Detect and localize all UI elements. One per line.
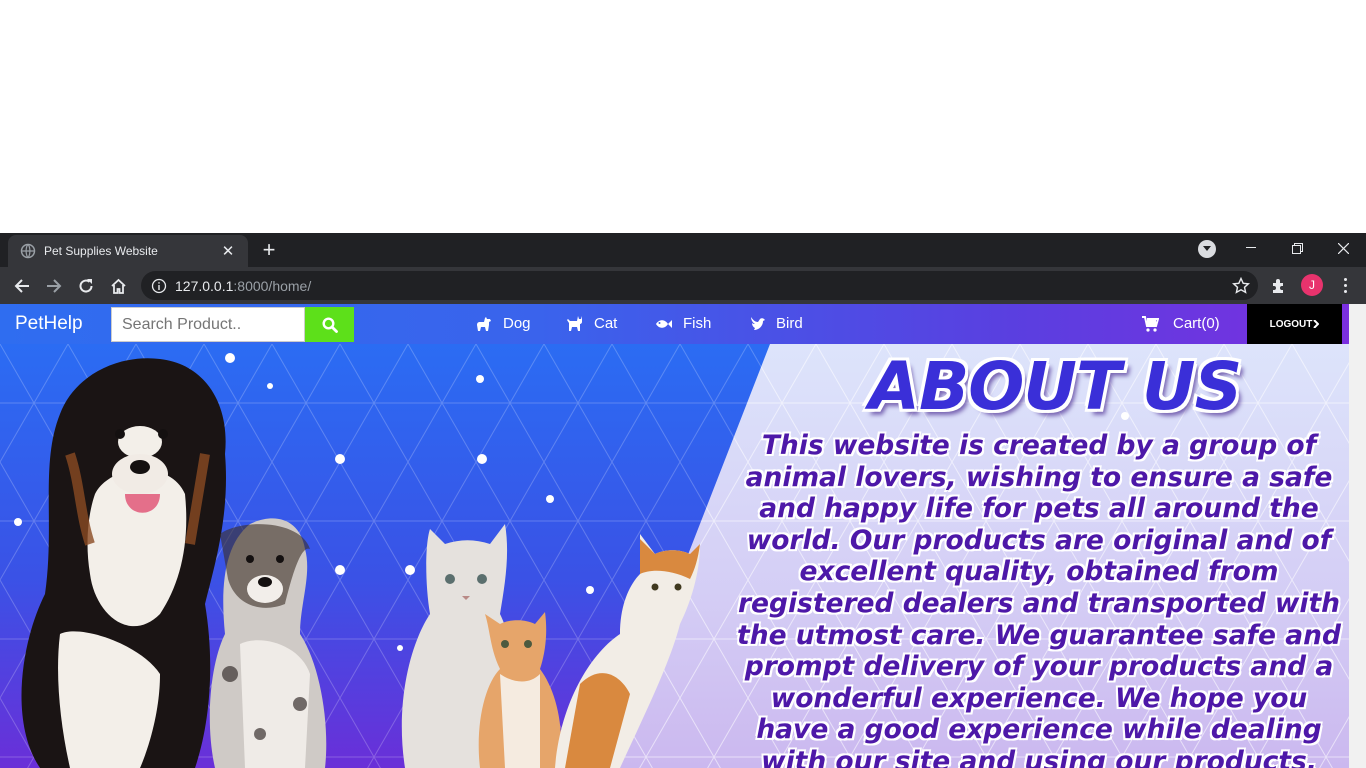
nav-item-bird[interactable]: Bird <box>750 315 803 332</box>
browser-toolbar: 127.0.0.1:8000/home/ <box>0 267 1366 304</box>
address-bar[interactable]: 127.0.0.1:8000/home/ <box>141 271 1258 300</box>
cart-label: Cart(0) <box>1173 315 1220 332</box>
bookmark-star-icon[interactable] <box>1232 277 1250 295</box>
close-tab-icon[interactable]: ✕ <box>220 243 236 260</box>
chevron-right-icon <box>1313 320 1320 328</box>
nav-label-cat: Cat <box>594 315 618 332</box>
extensions-icon[interactable] <box>1270 277 1288 295</box>
close-window-icon[interactable] <box>1320 233 1366 263</box>
nav-item-dog[interactable]: Dog <box>475 315 531 332</box>
about-paragraph: This website is created by a group of an… <box>737 430 1341 768</box>
nav-item-cat[interactable]: Cat <box>566 315 617 332</box>
nav-label-dog: Dog <box>503 315 531 332</box>
search-input[interactable] <box>111 307 305 342</box>
search-button[interactable] <box>305 307 354 342</box>
cart-icon <box>1142 315 1159 332</box>
browser-tab[interactable]: Pet Supplies Website ✕ <box>8 235 248 267</box>
cat-icon <box>567 315 582 331</box>
logout-label: LOGOUT <box>1269 318 1313 330</box>
url-host: 127.0.0.1 <box>175 277 234 294</box>
restore-icon[interactable] <box>1274 233 1320 263</box>
site-navbar: PetHelp Dog Cat Fish Bird Cart(0) LOGOUT <box>0 304 1349 344</box>
url-path: :8000/home/ <box>233 277 312 294</box>
tab-search-icon[interactable] <box>1198 240 1216 258</box>
about-heading: ABOUT US <box>868 348 1242 425</box>
reload-icon[interactable] <box>73 273 99 299</box>
nav-item-fish[interactable]: Fish <box>655 315 711 332</box>
bird-icon <box>751 316 765 330</box>
globe-icon <box>20 243 36 259</box>
fish-icon <box>656 319 672 328</box>
cart-link[interactable]: Cart(0) <box>1142 315 1220 332</box>
nav-label-fish: Fish <box>683 315 712 332</box>
menu-kebab-icon[interactable] <box>1338 276 1352 294</box>
dog-icon <box>477 316 491 331</box>
back-icon[interactable] <box>9 273 35 299</box>
profile-avatar[interactable]: J <box>1301 274 1323 296</box>
minimize-icon[interactable] <box>1228 233 1274 263</box>
nav-label-bird: Bird <box>776 315 803 332</box>
brand-logo[interactable]: PetHelp <box>15 313 83 335</box>
forward-icon[interactable] <box>41 273 67 299</box>
blank-area <box>0 0 1366 233</box>
logout-button[interactable]: LOGOUT <box>1247 304 1342 344</box>
tab-title: Pet Supplies Website <box>44 244 158 258</box>
home-icon[interactable] <box>105 273 131 299</box>
search-icon <box>321 316 338 333</box>
info-icon[interactable] <box>151 278 167 294</box>
new-tab-icon[interactable]: + <box>258 239 280 262</box>
about-hero: ABOUT US This website is created by a gr… <box>0 344 1349 768</box>
website-viewport: PetHelp Dog Cat Fish Bird Cart(0) LOGOUT <box>0 304 1349 768</box>
page-scrollbar[interactable] <box>1349 304 1366 768</box>
browser-tab-bar: Pet Supplies Website ✕ + <box>0 233 1366 267</box>
